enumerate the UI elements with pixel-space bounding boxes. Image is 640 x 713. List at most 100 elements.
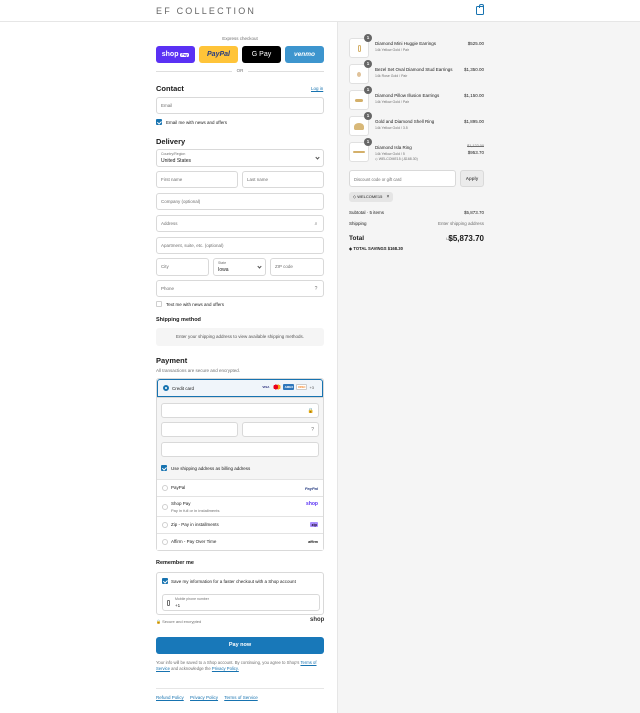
item-original-price: $1,122.00 (467, 144, 484, 148)
venmo-button[interactable]: venmo (285, 46, 324, 63)
payment-option-credit-card[interactable]: Credit card VISA MC AMEX DISC +3 (157, 379, 323, 397)
item-quantity-badge: 1 (364, 138, 372, 146)
shop-pay-radio[interactable] (162, 504, 168, 510)
payment-option-affirm[interactable]: Affirm - Pay Over Time affirm (157, 533, 323, 550)
shop-logo: shop (310, 617, 325, 623)
amex-icon: AMEX (283, 384, 295, 390)
legal-text-part2: and acknowledge the (171, 666, 211, 671)
save-info-checkbox[interactable] (162, 578, 168, 584)
lock-icon: 🔒 (156, 619, 161, 624)
name-on-card-field[interactable] (161, 442, 319, 457)
item-variant: 14k Yellow Gold / Pair (375, 47, 410, 52)
shop-pay-pill: Pay (180, 52, 190, 57)
company-placeholder: Company (optional) (161, 199, 201, 204)
shipping-row: Shipping Enter shipping address (349, 221, 484, 226)
item-price: $1,150.00 (463, 93, 484, 98)
apartment-placeholder: Apartment, suite, etc. (optional) (161, 243, 224, 248)
order-item: 1 Diamond Mini Huggie Earrings 14k Yello… (349, 34, 484, 58)
shipping-method-notice: Enter your shipping address to view avai… (156, 328, 324, 346)
store-logo[interactable]: EF COLLECTION (156, 6, 256, 16)
payment-option-zip[interactable]: Zip - Pay in installments zip (157, 516, 323, 533)
pay-now-button[interactable]: Pay now (156, 637, 324, 654)
email-field[interactable]: Email (156, 97, 324, 114)
discount-placeholder: Discount code or gift card (354, 176, 402, 182)
state-select[interactable]: State Iowa (213, 258, 266, 276)
text-news-label: Text me with news and offers (166, 301, 224, 307)
item-variant: 14k Yellow Gold / 5 (375, 151, 405, 156)
shopping-bag-icon[interactable] (476, 4, 484, 15)
footer-terms-link[interactable]: Terms of Service (224, 695, 258, 700)
footer-privacy-policy-link[interactable]: Privacy Policy (190, 695, 218, 700)
apartment-field[interactable]: Apartment, suite, etc. (optional) (156, 237, 324, 254)
payment-option-shop-pay[interactable]: Shop Pay Pay in full or in installments … (157, 496, 323, 516)
company-field[interactable]: Company (optional) (156, 193, 324, 210)
express-checkout-label: Express checkout (222, 36, 258, 41)
delivery-heading: Delivery (156, 137, 186, 146)
item-variant: 14k Rose Gold / Pair (375, 73, 408, 78)
credit-card-radio[interactable] (163, 385, 169, 391)
phone-field[interactable]: Phone ? (156, 280, 324, 297)
help-icon[interactable]: ? (311, 427, 314, 433)
legal-text-part1: Your info will be saved to a Shop accoun… (156, 660, 300, 665)
contact-heading: Contact (156, 84, 184, 93)
visa-icon: VISA (262, 385, 270, 389)
city-field[interactable]: City (156, 258, 209, 276)
refund-policy-link[interactable]: Refund Policy (156, 695, 184, 700)
security-code-field[interactable]: ? (242, 422, 319, 437)
mobile-phone-field[interactable]: Mobile phone number +1 (162, 594, 320, 611)
login-link[interactable]: Log in (311, 86, 323, 91)
first-name-field[interactable]: First name (156, 171, 238, 188)
total-savings-text: TOTAL SAVINGS $168.30 (353, 246, 403, 251)
lock-icon: 🔒 (307, 408, 314, 414)
discount-code-field[interactable]: Discount code or gift card (349, 170, 456, 187)
last-name-field[interactable]: Last name (242, 171, 324, 188)
card-logos: VISA MC AMEX DISC +3 (260, 384, 314, 390)
zip-radio[interactable] (162, 522, 168, 528)
help-icon[interactable]: ? (313, 286, 319, 292)
shipping-value: Enter shipping address (437, 221, 484, 226)
expiration-field[interactable] (161, 422, 238, 437)
more-cards-count: +3 (309, 384, 314, 390)
billing-same-checkbox[interactable] (161, 465, 167, 471)
card-number-field[interactable]: 🔒 (161, 403, 319, 418)
mobile-phone-label: Mobile phone number (175, 597, 209, 601)
item-quantity-badge: 1 (364, 112, 372, 120)
applied-code: WELCOME15 (357, 194, 383, 199)
payment-heading: Payment (156, 356, 188, 365)
payment-option-paypal[interactable]: PayPal PayPal (157, 479, 323, 496)
item-variant: 14k Yellow Gold / Pair (375, 99, 410, 104)
paypal-button[interactable]: PayPal (199, 46, 238, 63)
country-value: United States (161, 157, 192, 164)
item-name: Gold and Diamond Shell Ring (375, 119, 435, 124)
country-label: Country/Region (161, 152, 186, 156)
address-field[interactable]: Address ⌕ (156, 215, 324, 232)
country-select[interactable]: Country/Region United States (156, 149, 324, 167)
privacy-policy-link[interactable]: Privacy Policy. (212, 666, 239, 671)
shop-legal-text: Your info will be saved to a Shop accoun… (156, 660, 324, 672)
state-value: Iowa (218, 266, 229, 273)
shipping-label: Shipping (349, 221, 367, 226)
secure-encrypted-note: 🔒 Secure and encrypted (156, 619, 201, 624)
affirm-radio[interactable] (162, 539, 168, 545)
affirm-label: Affirm - Pay Over Time (171, 539, 217, 544)
payment-subtitle: All transactions are secure and encrypte… (156, 368, 241, 373)
shop-pay-button[interactable]: shop Pay (156, 46, 195, 63)
item-variant: 14k Yellow Gold / 3.5 (375, 125, 408, 130)
phone-icon (167, 600, 170, 606)
zip-field[interactable]: ZIP code (270, 258, 324, 276)
billing-same-label: Use shipping address as billing address (171, 465, 251, 471)
zip-placeholder: ZIP code (275, 264, 293, 269)
item-discount: ◇ WELCOME15 (-$168.30) (375, 157, 418, 161)
footer-links: Refund Policy Privacy Policy Terms of Se… (156, 688, 324, 700)
apply-discount-button[interactable]: Apply (460, 170, 484, 187)
paypal-radio[interactable] (162, 485, 168, 491)
google-pay-button[interactable]: G Pay (242, 46, 281, 63)
order-item: 1 Diamond Pillow Illusion Earrings 14k Y… (349, 86, 484, 110)
email-news-checkbox[interactable] (156, 119, 162, 125)
remove-discount-icon[interactable]: × (386, 194, 389, 200)
phone-placeholder: Phone (161, 286, 175, 291)
text-news-checkbox[interactable] (156, 301, 162, 307)
paypal-logo: PayPal (304, 485, 318, 491)
shipping-method-heading: Shipping method (156, 317, 201, 323)
remember-me-box: Save my information for a faster checkou… (156, 572, 324, 615)
